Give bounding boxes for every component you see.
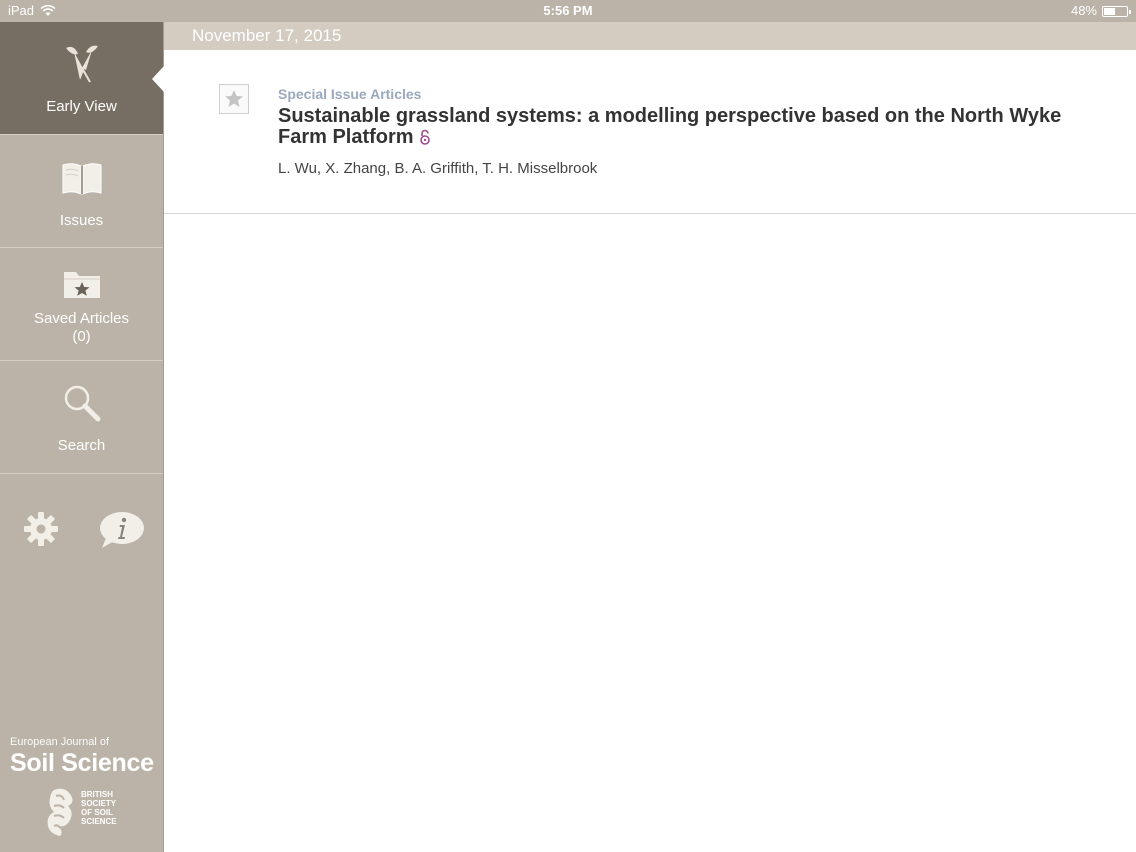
status-bar: iPad 5:56 PM 48% (0, 0, 1136, 22)
article-authors: L. Wu, X. Zhang, B. A. Griffith, T. H. M… (278, 160, 598, 177)
article-title[interactable]: Sustainable grassland systems: a modelli… (278, 105, 1061, 148)
sidebar: Early View Issues Saved Articles (0) Sea… (0, 22, 164, 852)
sidebar-item-saved-articles[interactable]: Saved Articles (0) (0, 248, 163, 361)
article-title-block[interactable]: Sustainable grassland systems: a modelli… (278, 106, 1098, 148)
utility-row (0, 506, 163, 556)
society-line: SCIENCE (81, 817, 117, 826)
status-right: 48% (1070, 0, 1131, 22)
society-line: OF SOIL (81, 808, 113, 817)
star-icon (225, 90, 243, 107)
book-icon (0, 161, 163, 197)
journal-logo-title: Soil Science (10, 749, 154, 777)
sidebar-item-early-view[interactable]: Early View (0, 22, 164, 135)
journal-logo: European Journal of Soil Science (10, 736, 154, 777)
sidebar-item-label: Issues (59, 212, 104, 229)
sidebar-item-search[interactable]: Search (0, 361, 163, 474)
sidebar-item-label: Early View (46, 98, 117, 115)
gear-icon[interactable] (22, 510, 60, 548)
society-logo: BRITISH SOCIETY OF SOIL SCIENCE (44, 786, 134, 842)
date-header: November 17, 2015 (164, 22, 1136, 50)
battery-fill (1104, 7, 1115, 15)
society-emblem-icon (47, 788, 73, 836)
date-label: November 17, 2015 (192, 26, 342, 45)
info-icon[interactable] (98, 510, 146, 550)
sidebar-item-issues[interactable]: Issues (0, 135, 163, 248)
status-time: 5:56 PM (543, 3, 593, 18)
society-line: BRITISH (81, 790, 113, 799)
folder-star-icon (0, 266, 163, 302)
early-view-icon (0, 40, 163, 86)
article-item[interactable]: Special Issue Articles Sustainable grass… (164, 50, 1136, 214)
sidebar-item-label: Search (57, 437, 106, 454)
battery-icon (1102, 5, 1131, 17)
search-icon (0, 383, 163, 423)
sidebar-item-label: Saved Articles (0) (33, 310, 130, 345)
battery-tip (1129, 9, 1131, 14)
battery-percent: 48% (1070, 3, 1097, 18)
save-article-button[interactable] (219, 84, 249, 114)
society-text: BRITISH SOCIETY OF SOIL SCIENCE (81, 790, 117, 826)
article-section: Special Issue Articles (278, 86, 422, 102)
society-line: SOCIETY (81, 799, 117, 808)
active-indicator (152, 66, 164, 92)
open-access-icon (419, 129, 430, 145)
journal-logo-pre: European Journal of (10, 736, 110, 748)
